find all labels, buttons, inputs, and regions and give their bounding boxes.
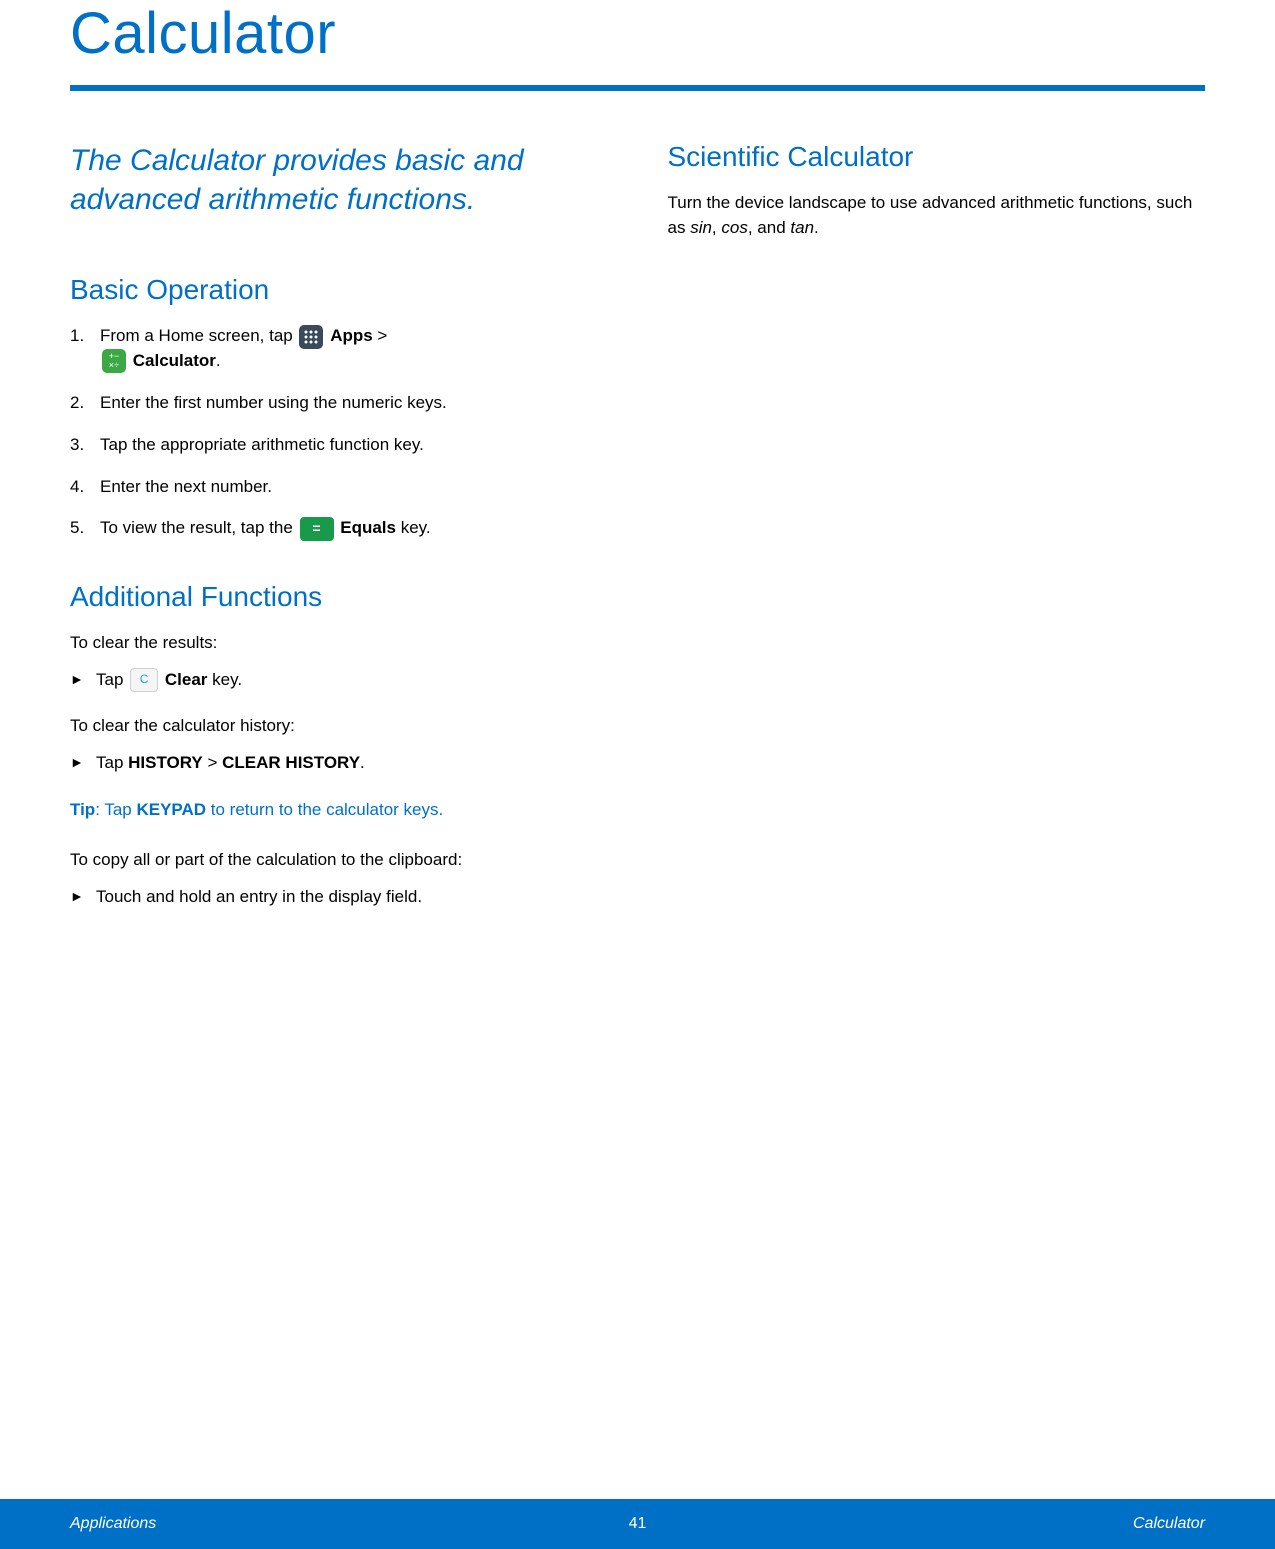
title-rule: [70, 85, 1205, 91]
step-5-text-a: To view the result, tap the: [100, 518, 298, 537]
clear-icon: C: [130, 668, 158, 692]
equals-icon: =: [300, 517, 334, 541]
clear-results-intro: To clear the results:: [70, 631, 608, 656]
step-1-text-a: From a Home screen, tap: [100, 326, 297, 345]
apps-icon: [299, 325, 323, 349]
sci-sep1: ,: [712, 218, 721, 237]
copy-intro: To copy all or part of the calculation t…: [70, 848, 608, 873]
history-tap-a: Tap: [96, 753, 128, 772]
clear-tap-a: Tap: [96, 670, 128, 689]
history-gt: >: [203, 753, 222, 772]
history-bold-1: HISTORY: [128, 753, 203, 772]
intro-text: The Calculator provides basic and advanc…: [70, 141, 608, 219]
clear-results-item: Tap C Clear key.: [70, 668, 608, 693]
history-intro: To clear the calculator history:: [70, 714, 608, 739]
tip-line: Tip: Tap KEYPAD to return to the calcula…: [70, 798, 608, 823]
sci-sep2: , and: [748, 218, 791, 237]
step-1-gt: >: [373, 326, 388, 345]
step-2: Enter the first number using the numeric…: [70, 391, 608, 415]
page-title: Calculator: [70, 0, 1205, 67]
left-column: The Calculator provides basic and advanc…: [70, 141, 608, 931]
tip-label: Tip: [70, 800, 95, 819]
calculator-icon: +−×÷: [102, 349, 126, 373]
scientific-body: Turn the device landscape to use advance…: [668, 191, 1206, 240]
step-4: Enter the next number.: [70, 475, 608, 499]
history-bold-2: CLEAR HISTORY: [222, 753, 360, 772]
history-end: .: [360, 753, 365, 772]
page-footer: Applications 41 Calculator: [0, 1499, 1275, 1549]
clear-tap-b: key.: [207, 670, 242, 689]
footer-right: Calculator: [646, 1515, 1205, 1533]
footer-page-number: 41: [629, 1515, 647, 1533]
right-column: Scientific Calculator Turn the device la…: [668, 141, 1206, 931]
tip-keypad: KEYPAD: [136, 800, 206, 819]
step-5-equals-label: Equals: [340, 518, 396, 537]
step-5-text-b: key.: [396, 518, 431, 537]
step-1-apps-label: Apps: [330, 326, 373, 345]
basic-steps-list: From a Home screen, tap Apps > +−×÷ Calc…: [70, 324, 608, 541]
heading-basic-operation: Basic Operation: [70, 274, 608, 306]
step-3: Tap the appropriate arithmetic function …: [70, 433, 608, 457]
history-list: Tap HISTORY > CLEAR HISTORY.: [70, 751, 608, 776]
sci-body-b: .: [814, 218, 819, 237]
tip-a: : Tap: [95, 800, 136, 819]
tip-b: to return to the calculator keys.: [206, 800, 443, 819]
history-item: Tap HISTORY > CLEAR HISTORY.: [70, 751, 608, 776]
clear-label: Clear: [165, 670, 208, 689]
step-1: From a Home screen, tap Apps > +−×÷ Calc…: [70, 324, 608, 373]
sci-cos: cos: [721, 218, 747, 237]
heading-additional-functions: Additional Functions: [70, 581, 608, 613]
step-1-calc-label: Calculator: [133, 351, 216, 370]
footer-left: Applications: [70, 1515, 629, 1533]
copy-item: Touch and hold an entry in the display f…: [70, 885, 608, 910]
step-5: To view the result, tap the = Equals key…: [70, 516, 608, 541]
copy-list: Touch and hold an entry in the display f…: [70, 885, 608, 910]
heading-scientific-calculator: Scientific Calculator: [668, 141, 1206, 173]
sci-tan: tan: [790, 218, 814, 237]
content-columns: The Calculator provides basic and advanc…: [70, 141, 1205, 931]
sci-sin: sin: [690, 218, 712, 237]
step-1-end: .: [216, 351, 221, 370]
clear-results-list: Tap C Clear key.: [70, 668, 608, 693]
